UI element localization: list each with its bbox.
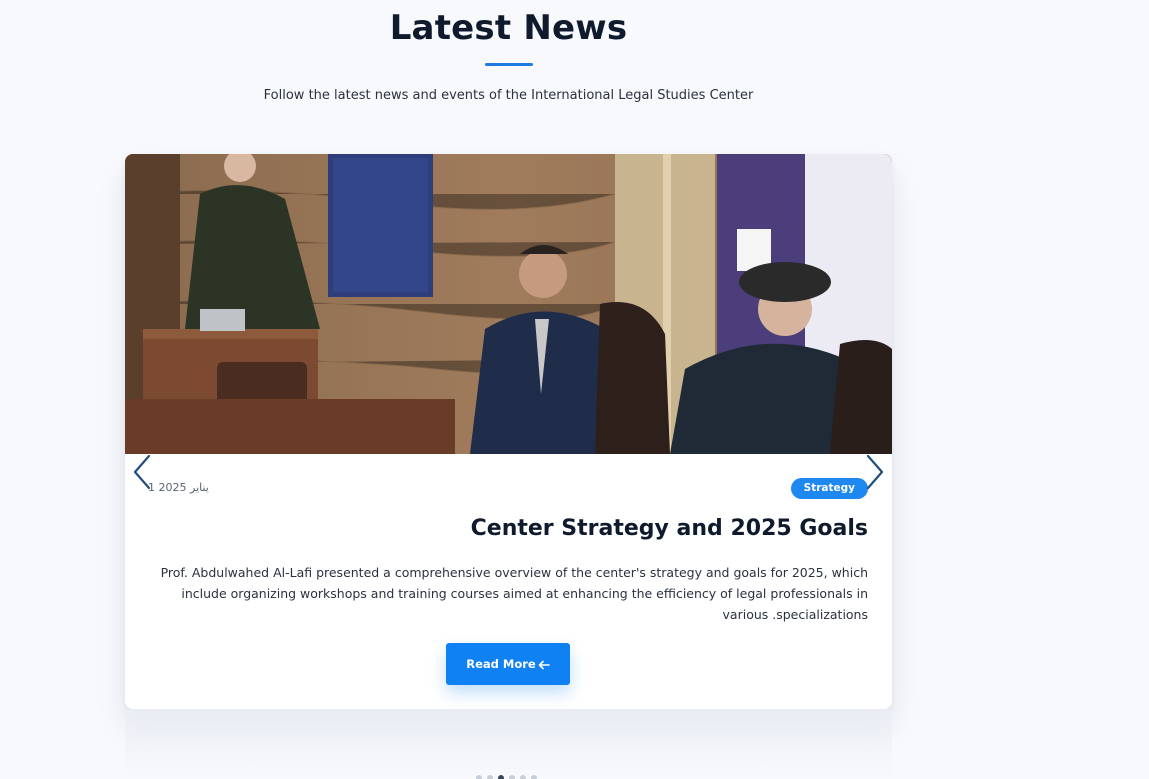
section-title: Latest News: [389, 8, 628, 48]
carousel-dots: [476, 775, 537, 779]
read-more-button[interactable]: Read More: [446, 643, 570, 685]
chevron-left-icon: [132, 454, 152, 494]
section-subtitle: Follow the latest news and events of the…: [263, 88, 754, 103]
carousel-dot[interactable]: [509, 775, 515, 779]
carousel-next-button[interactable]: [862, 454, 888, 494]
category-badge[interactable]: Strategy: [790, 478, 868, 499]
arrow-left-icon: [538, 659, 550, 670]
carousel-dot[interactable]: [531, 775, 537, 779]
chevron-right-icon: [865, 454, 885, 494]
carousel-dot[interactable]: [520, 775, 526, 779]
news-image[interactable]: [125, 154, 892, 454]
news-card[interactable]: 1 يناير 2025 Strategy Center Strategy an…: [125, 154, 892, 709]
news-description: Prof. Abdulwahed Al-Lafi presented a com…: [160, 565, 868, 622]
read-more-label: Read More: [466, 657, 536, 671]
news-date: 1 يناير 2025: [148, 481, 209, 494]
carousel-dot[interactable]: [476, 775, 482, 779]
title-underline: [485, 63, 533, 66]
carousel-dot[interactable]: [487, 775, 493, 779]
carousel-dot[interactable]: [498, 775, 504, 779]
carousel-prev-button[interactable]: [129, 454, 155, 494]
card-shadow: [125, 709, 892, 779]
news-title[interactable]: Center Strategy and 2025 Goals: [471, 516, 868, 541]
